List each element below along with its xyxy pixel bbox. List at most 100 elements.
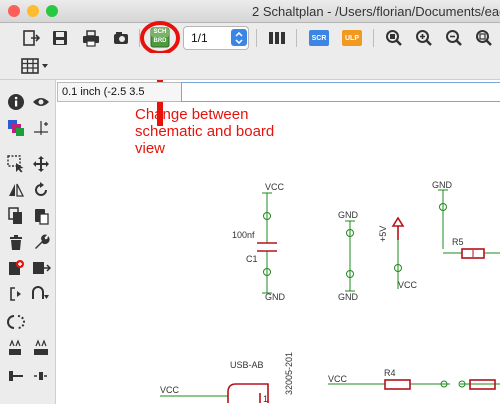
zoom-select-icon — [476, 30, 492, 46]
sheet-select[interactable]: 1/1 — [183, 26, 249, 50]
copy-icon — [8, 207, 22, 224]
toolbar-separator — [296, 29, 297, 47]
smash-button[interactable] — [6, 338, 26, 358]
smash-icon — [9, 339, 21, 355]
paste-button[interactable] — [31, 206, 51, 226]
window-title: 2 Schaltplan - /Users/florian/Documents/… — [252, 4, 500, 19]
display-layers-button[interactable] — [6, 118, 26, 138]
scr-icon: SCR — [309, 30, 329, 46]
grid-icon — [21, 58, 39, 74]
print-button[interactable] — [80, 27, 102, 49]
toolbar-separator — [256, 29, 257, 47]
miter-button[interactable] — [6, 366, 26, 386]
copy-button[interactable] — [6, 206, 26, 226]
label-vcc: VCC — [328, 374, 348, 384]
ulp-icon: ULP — [342, 30, 362, 46]
label-gnd: GND — [338, 210, 359, 220]
info-icon — [8, 94, 24, 110]
grid-button[interactable] — [20, 56, 40, 76]
gateswap-button[interactable] — [31, 284, 51, 304]
mark-button[interactable] — [31, 118, 51, 138]
mirror-button[interactable] — [6, 180, 26, 200]
label-cap-value: 100nf — [232, 230, 255, 240]
zoom-fit-button[interactable] — [383, 27, 405, 49]
bus-icon-button[interactable] — [266, 27, 288, 49]
save-icon — [53, 31, 67, 45]
paste-icon — [35, 209, 49, 225]
replace-icon — [33, 262, 51, 274]
mark-icon — [34, 121, 48, 135]
zoom-window-button[interactable] — [46, 5, 58, 17]
minimize-window-button[interactable] — [27, 5, 39, 17]
label-vcc: VCC — [160, 385, 180, 395]
select-button[interactable] — [6, 154, 26, 174]
grid-menu-chevron[interactable] — [40, 61, 50, 71]
annotation-line: Change between — [135, 106, 249, 123]
left-tool-palette — [0, 80, 56, 404]
save-button[interactable] — [49, 27, 71, 49]
ulp-label: ULP — [345, 34, 359, 42]
info-button[interactable] — [6, 92, 26, 112]
label-plus5v: +5V — [378, 226, 388, 242]
move-button[interactable] — [31, 154, 51, 174]
command-line-input[interactable] — [181, 82, 500, 102]
label-vcc: VCC — [398, 280, 418, 290]
cam-processor-button[interactable] — [110, 27, 132, 49]
rotate-icon — [35, 182, 47, 196]
value-button[interactable] — [31, 338, 51, 358]
pinswap-icon — [10, 287, 21, 301]
label-vcc: VCC — [265, 182, 285, 192]
script-button[interactable]: SCR — [307, 26, 331, 50]
close-window-button[interactable] — [8, 5, 20, 17]
cam-icon — [114, 32, 128, 44]
label-gnd: GND — [265, 292, 286, 302]
open-file-button[interactable] — [20, 27, 42, 49]
zoom-select-button[interactable] — [473, 27, 495, 49]
secondary-toolbar — [0, 53, 500, 80]
value-icon — [34, 339, 48, 355]
miter-icon — [9, 371, 23, 381]
mirror-icon — [9, 183, 25, 197]
zoom-fit-icon — [386, 30, 402, 46]
split-wire-button[interactable] — [31, 366, 51, 386]
label-r5: R5 — [452, 237, 464, 247]
zoom-in-button[interactable] — [413, 27, 435, 49]
split-icon — [7, 315, 25, 329]
layers-icon — [8, 120, 24, 136]
label-part-number: 32005-201 — [284, 352, 294, 395]
split-button[interactable] — [6, 312, 26, 332]
replace-button[interactable] — [31, 258, 51, 278]
zoom-out-icon — [446, 30, 462, 46]
print-icon — [83, 30, 99, 47]
delete-button[interactable] — [6, 232, 26, 252]
toolbar-separator — [373, 29, 374, 47]
ulp-button[interactable]: ULP — [340, 26, 364, 50]
eye-icon — [33, 98, 49, 106]
supply-arrow — [391, 216, 405, 240]
zoom-out-button[interactable] — [443, 27, 465, 49]
gateswap-icon — [32, 286, 49, 299]
trash-icon — [10, 235, 22, 250]
wrench-icon — [35, 234, 50, 249]
label-gnd: GND — [432, 180, 453, 190]
coordinate-display: 0.1 inch (-2.5 3.5 — [57, 82, 183, 102]
annotation-text: Change between schematic and board view — [135, 106, 274, 157]
annotation-line: schematic and board — [135, 123, 275, 140]
select-icon — [7, 155, 24, 173]
wrench-button[interactable] — [31, 232, 51, 252]
rotate-button[interactable] — [31, 180, 51, 200]
usb-connector — [227, 383, 269, 403]
add-part-icon — [9, 260, 24, 275]
add-part-button[interactable] — [6, 258, 26, 278]
window-title-bar: 2 Schaltplan - /Users/florian/Documents/… — [0, 0, 500, 23]
open-file-icon — [23, 30, 40, 46]
schematic-canvas[interactable]: VCC 100nf C1 GND GND GND +5V VCC GND R5 … — [56, 102, 500, 404]
pinswap-button[interactable] — [6, 284, 26, 304]
scr-label: SCR — [311, 34, 327, 42]
select-chevron-icon — [231, 29, 247, 46]
label-pin: 1 — [263, 394, 268, 404]
chevron-down-icon — [42, 64, 48, 68]
main-toolbar: SCH BRD 1/1 SCR ULP — [0, 21, 500, 126]
show-button[interactable] — [31, 92, 51, 112]
label-c1: C1 — [246, 254, 258, 264]
